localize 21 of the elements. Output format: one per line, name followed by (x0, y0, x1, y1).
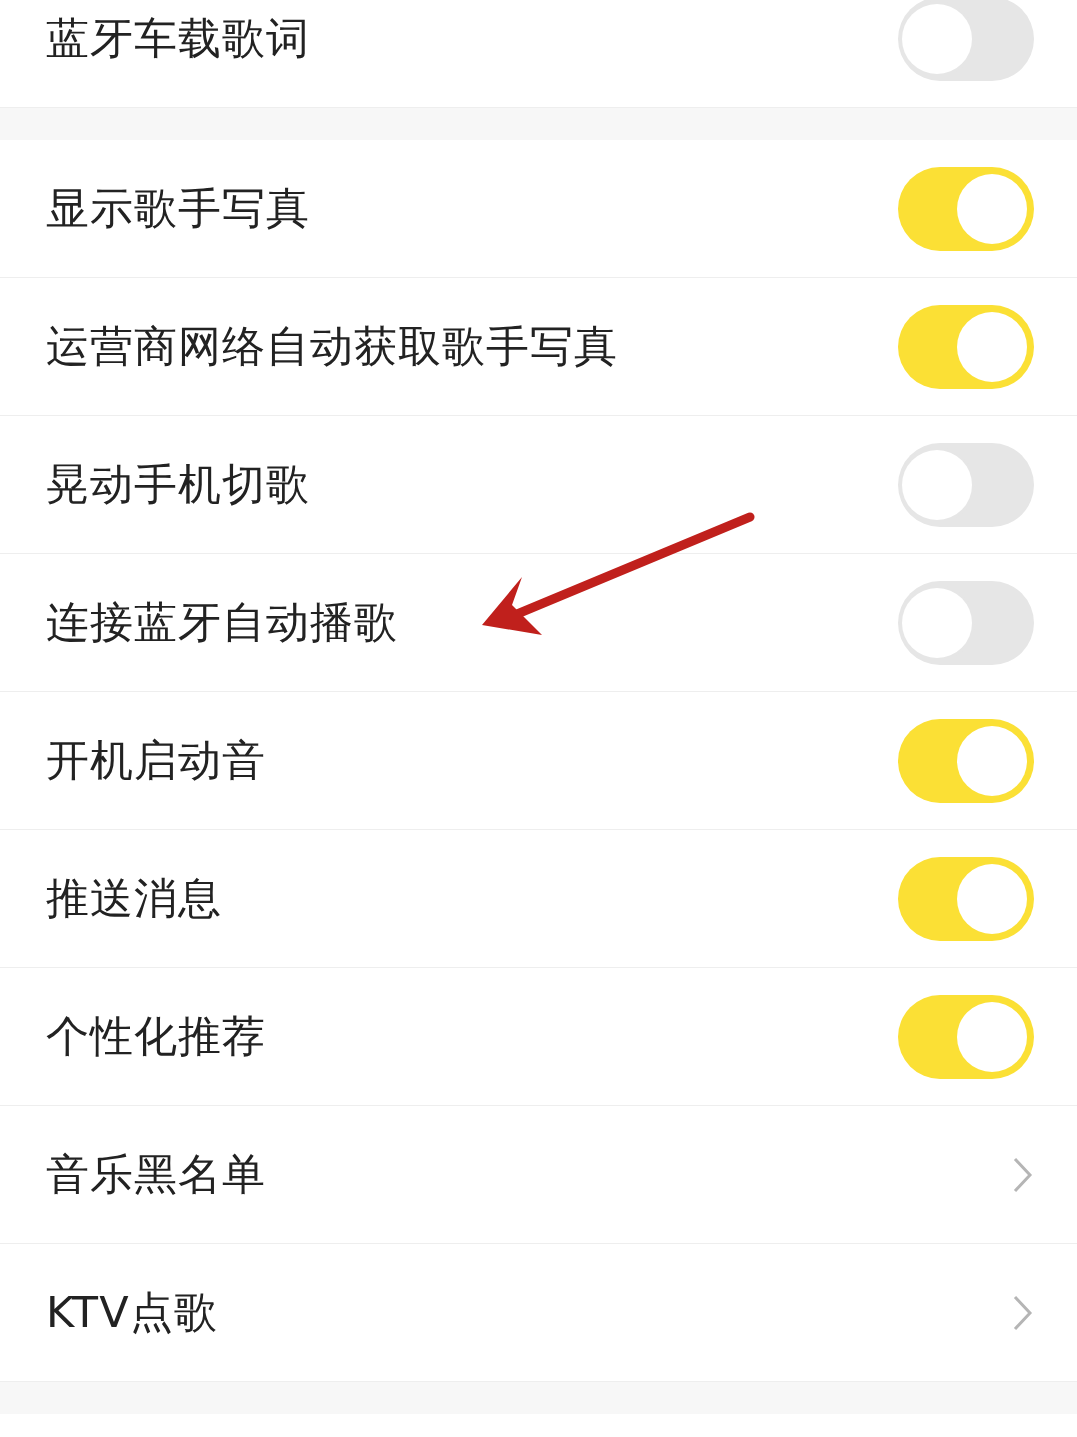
setting-label: 开机启动音 (46, 733, 266, 787)
settings-row[interactable]: 晃动手机切歌 (0, 416, 1077, 554)
setting-label: 晃动手机切歌 (46, 457, 310, 511)
setting-label: 显示歌手写真 (46, 181, 310, 235)
chevron-right-icon (1012, 1293, 1034, 1332)
settings-row[interactable]: 开机启动音 (0, 692, 1077, 830)
settings-row[interactable]: 运营商网络自动获取歌手写真 (0, 278, 1077, 416)
chevron-right-icon (1012, 1155, 1034, 1194)
setting-label: KTV点歌 (46, 1285, 218, 1339)
settings-row[interactable]: 显示歌手写真 (0, 140, 1077, 278)
settings-row[interactable]: 连接蓝牙自动播歌 (0, 554, 1077, 692)
setting-label: 蓝牙车载歌词 (46, 11, 310, 65)
setting-label: 连接蓝牙自动播歌 (46, 595, 398, 649)
setting-label: 个性化推荐 (46, 1009, 266, 1063)
settings-row[interactable]: 个性化推荐 (0, 968, 1077, 1106)
settings-row[interactable]: 音乐黑名单 (0, 1106, 1077, 1244)
setting-label: 音乐黑名单 (46, 1147, 266, 1201)
settings-row[interactable]: 推送消息 (0, 830, 1077, 968)
setting-label: 运营商网络自动获取歌手写真 (46, 319, 618, 373)
setting-label: 推送消息 (46, 871, 222, 925)
settings-row[interactable]: KTV点歌 (0, 1244, 1077, 1382)
